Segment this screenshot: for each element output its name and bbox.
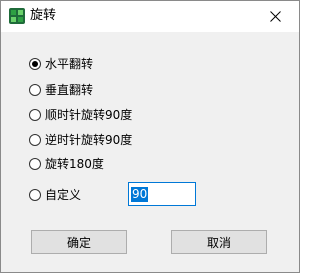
radio-button[interactable] [29,158,41,170]
cancel-button[interactable]: 取消 [171,230,267,254]
radio-option-vertical-flip[interactable]: 垂直翻转 [29,82,93,98]
radio-button[interactable] [29,134,41,146]
close-icon [270,11,281,22]
ok-button[interactable]: 确定 [31,230,127,254]
title-bar: 旋转 [1,1,299,32]
dialog-content: 水平翻转 垂直翻转 顺时针旋转90度 逆时针旋转90度 旋转180度 自定义 9… [1,32,299,272]
radio-option-rotate-180[interactable]: 旋转180度 [29,156,104,172]
rotate-dialog: 旋转 水平翻转 垂直翻转 顺时针旋转90度 逆时针旋转90度 旋转180度 自定… [0,0,300,273]
radio-option-horizontal-flip[interactable]: 水平翻转 [29,56,93,72]
radio-label: 自定义 [45,188,82,202]
radio-option-rotate-ccw-90[interactable]: 逆时针旋转90度 [29,132,132,148]
app-icon [9,8,25,24]
radio-button[interactable] [29,58,41,70]
radio-option-custom[interactable]: 自定义 [29,187,81,203]
radio-label: 旋转180度 [45,157,104,171]
radio-label: 逆时针旋转90度 [45,133,133,147]
radio-button[interactable] [29,84,41,96]
radio-button[interactable] [29,109,41,121]
radio-button[interactable] [29,189,41,201]
close-button[interactable] [253,1,299,32]
custom-angle-input[interactable]: 90 [128,182,196,206]
radio-label: 水平翻转 [45,57,94,71]
radio-label: 垂直翻转 [45,83,94,97]
radio-option-rotate-cw-90[interactable]: 顺时针旋转90度 [29,107,132,123]
radio-label: 顺时针旋转90度 [45,108,133,122]
custom-angle-value: 90 [131,186,149,202]
window-title: 旋转 [30,8,57,23]
